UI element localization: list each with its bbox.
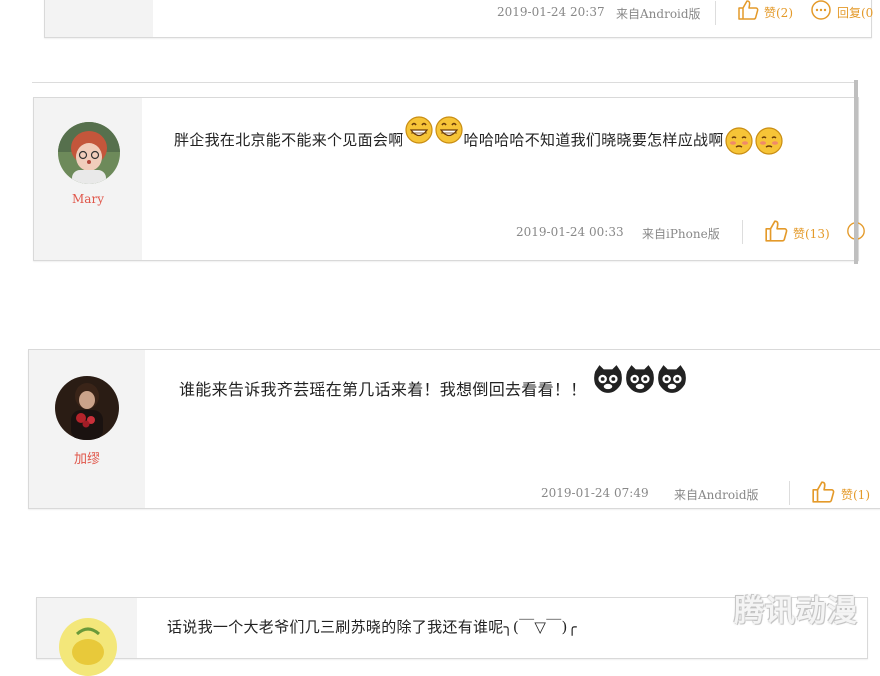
page-divider (32, 82, 858, 83)
comment-text: 胖企我在北京能不能来个见面会啊 哈哈哈哈不知道我们晓晓要怎样应战啊 (174, 116, 784, 156)
divider (715, 1, 716, 25)
speech-bubble-icon[interactable] (810, 0, 832, 21)
avatar[interactable] (55, 376, 119, 440)
comment-card-1: 2019-01-24 20:37 来自Android版 赞(2) 回复(0 (44, 0, 873, 38)
comment-time: 2019-01-24 00:33 (516, 225, 624, 239)
black-cat-face-icon (658, 364, 686, 393)
comment-source: 来自Android版 (674, 488, 759, 502)
username[interactable]: 加缪 (33, 448, 141, 467)
like-count[interactable]: 赞(13) (793, 225, 830, 242)
comment-text-part: 谁能来告诉我齐芸瑶在第几话来着！我想倒回去看看！！ (179, 380, 587, 399)
page-edge (854, 80, 858, 264)
shy-face-icon (725, 127, 753, 155)
comment-side-panel (45, 0, 153, 37)
black-cat-face-icon (594, 364, 622, 393)
avatar[interactable] (59, 618, 117, 676)
comment-card-3: 加缪 谁能来告诉我齐芸瑶在第几话来着！我想倒回去看看！！ 2019-01-24 … (28, 349, 880, 509)
black-cat-face-icon (626, 364, 654, 393)
comment-text-part: 哈哈哈哈不知道我们晓晓要怎样应战啊 (463, 131, 724, 149)
shy-face-icon (755, 127, 783, 155)
username[interactable]: Mary (34, 192, 142, 206)
divider (789, 481, 790, 505)
comment-text-part: 胖企我在北京能不能来个见面会啊 (174, 131, 404, 149)
thumbs-up-icon[interactable] (737, 0, 759, 21)
comment-card-2: Mary 胖企我在北京能不能来个见面会啊 哈哈哈哈不知道我们晓晓要怎样应战啊 2… (33, 97, 865, 261)
reply-link[interactable]: 回复(0 (837, 4, 873, 21)
like-count[interactable]: 赞(2) (764, 4, 793, 21)
thumbs-up-icon[interactable] (811, 480, 835, 504)
like-count[interactable]: 赞(1) (841, 486, 870, 503)
watermark-logo: 腾讯动漫 (734, 594, 858, 629)
grinning-face-icon (404, 116, 433, 144)
avatar[interactable] (58, 122, 120, 184)
comment-text: 谁能来告诉我齐芸瑶在第几话来着！我想倒回去看看！！ (179, 364, 688, 400)
divider (742, 220, 743, 244)
grinning-face-icon (434, 116, 463, 144)
thumbs-up-icon[interactable] (764, 219, 788, 243)
comment-time: 2019-01-24 20:37 (497, 5, 605, 19)
comment-text-part: 话说我一个大老爷们几三刷苏晓的除了我还有谁呢╮(￣▽￣)╭ (167, 618, 578, 636)
comment-time: 2019-01-24 07:49 (541, 486, 649, 500)
comment-text: 话说我一个大老爷们几三刷苏晓的除了我还有谁呢╮(￣▽￣)╭ (167, 616, 577, 637)
comment-source: 来自Android版 (616, 7, 701, 21)
comment-source: 来自iPhone版 (642, 227, 720, 241)
